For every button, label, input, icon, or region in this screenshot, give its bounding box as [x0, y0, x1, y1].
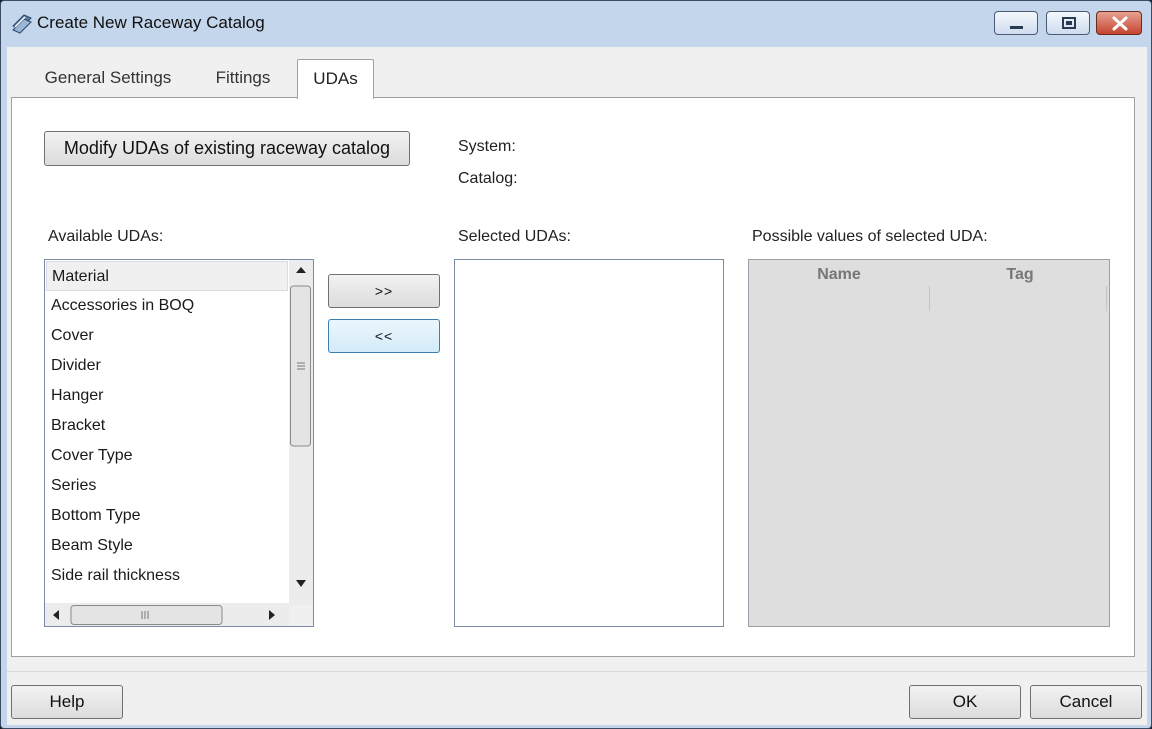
list-item[interactable]: Bottom Type: [46, 501, 288, 531]
list-item[interactable]: Bracket: [46, 411, 288, 441]
selected-udas-label: Selected UDAs:: [458, 228, 571, 245]
dialog-content: General Settings Fittings UDAs Modify UD…: [7, 47, 1147, 725]
grid-column-tag[interactable]: Tag: [931, 264, 1109, 286]
restore-icon: [1062, 17, 1076, 29]
minimize-button[interactable]: [994, 11, 1038, 35]
modify-udas-button[interactable]: Modify UDAs of existing raceway catalog: [44, 131, 410, 166]
title-bar[interactable]: Create New Raceway Catalog: [1, 1, 1151, 47]
possible-values-grid[interactable]: Name Tag: [748, 259, 1110, 627]
scroll-down-arrow-icon[interactable]: [296, 580, 306, 587]
close-icon: [1112, 16, 1128, 31]
available-udas-list[interactable]: Material Accessories in BOQ Cover Divide…: [44, 259, 314, 627]
footer-divider: [7, 671, 1147, 672]
list-item[interactable]: Cover: [46, 321, 288, 351]
udas-tab-panel: Modify UDAs of existing raceway catalog …: [11, 97, 1135, 657]
tab-general-settings[interactable]: General Settings: [35, 59, 181, 97]
minimize-icon: [1010, 26, 1023, 29]
cancel-button[interactable]: Cancel: [1030, 685, 1142, 719]
list-item[interactable]: Side rail thickness: [46, 561, 288, 591]
ok-button[interactable]: OK: [909, 685, 1021, 719]
system-label: System:: [458, 138, 516, 155]
list-item[interactable]: Cover Type: [46, 441, 288, 471]
close-button[interactable]: [1096, 11, 1142, 35]
list-item[interactable]: Series: [46, 471, 288, 501]
possible-values-label: Possible values of selected UDA:: [752, 228, 988, 245]
grid-column-name[interactable]: Name: [749, 264, 929, 286]
scroll-right-arrow-icon[interactable]: [269, 610, 275, 620]
scroll-up-arrow-icon[interactable]: [296, 267, 306, 273]
list-item[interactable]: Beam Style: [46, 531, 288, 561]
remove-uda-button[interactable]: <<: [328, 319, 440, 353]
tab-fittings[interactable]: Fittings: [207, 59, 279, 97]
restore-button[interactable]: [1046, 11, 1090, 35]
list-item[interactable]: Hanger: [46, 381, 288, 411]
window-title: Create New Raceway Catalog: [37, 13, 265, 32]
list-item[interactable]: Material: [46, 261, 288, 291]
catalog-app-icon: [12, 14, 32, 34]
list-item[interactable]: Accessories in BOQ: [46, 291, 288, 321]
add-uda-button[interactable]: >>: [328, 274, 440, 308]
scroll-left-arrow-icon[interactable]: [53, 610, 59, 620]
catalog-label: Catalog:: [458, 170, 518, 187]
vertical-scrollbar[interactable]: [289, 260, 313, 605]
column-divider: [929, 286, 930, 311]
scrollbar-corner: [289, 605, 313, 626]
help-button[interactable]: Help: [11, 685, 123, 719]
scroll-thumb[interactable]: [70, 605, 223, 625]
available-udas-label: Available UDAs:: [48, 228, 164, 245]
selected-udas-list[interactable]: [454, 259, 724, 627]
horizontal-scrollbar[interactable]: [45, 603, 289, 627]
list-item[interactable]: Divider: [46, 351, 288, 381]
column-divider: [1106, 286, 1107, 311]
dialog-window: Create New Raceway Catalog General Setti…: [0, 0, 1152, 729]
tab-udas[interactable]: UDAs: [297, 59, 374, 99]
